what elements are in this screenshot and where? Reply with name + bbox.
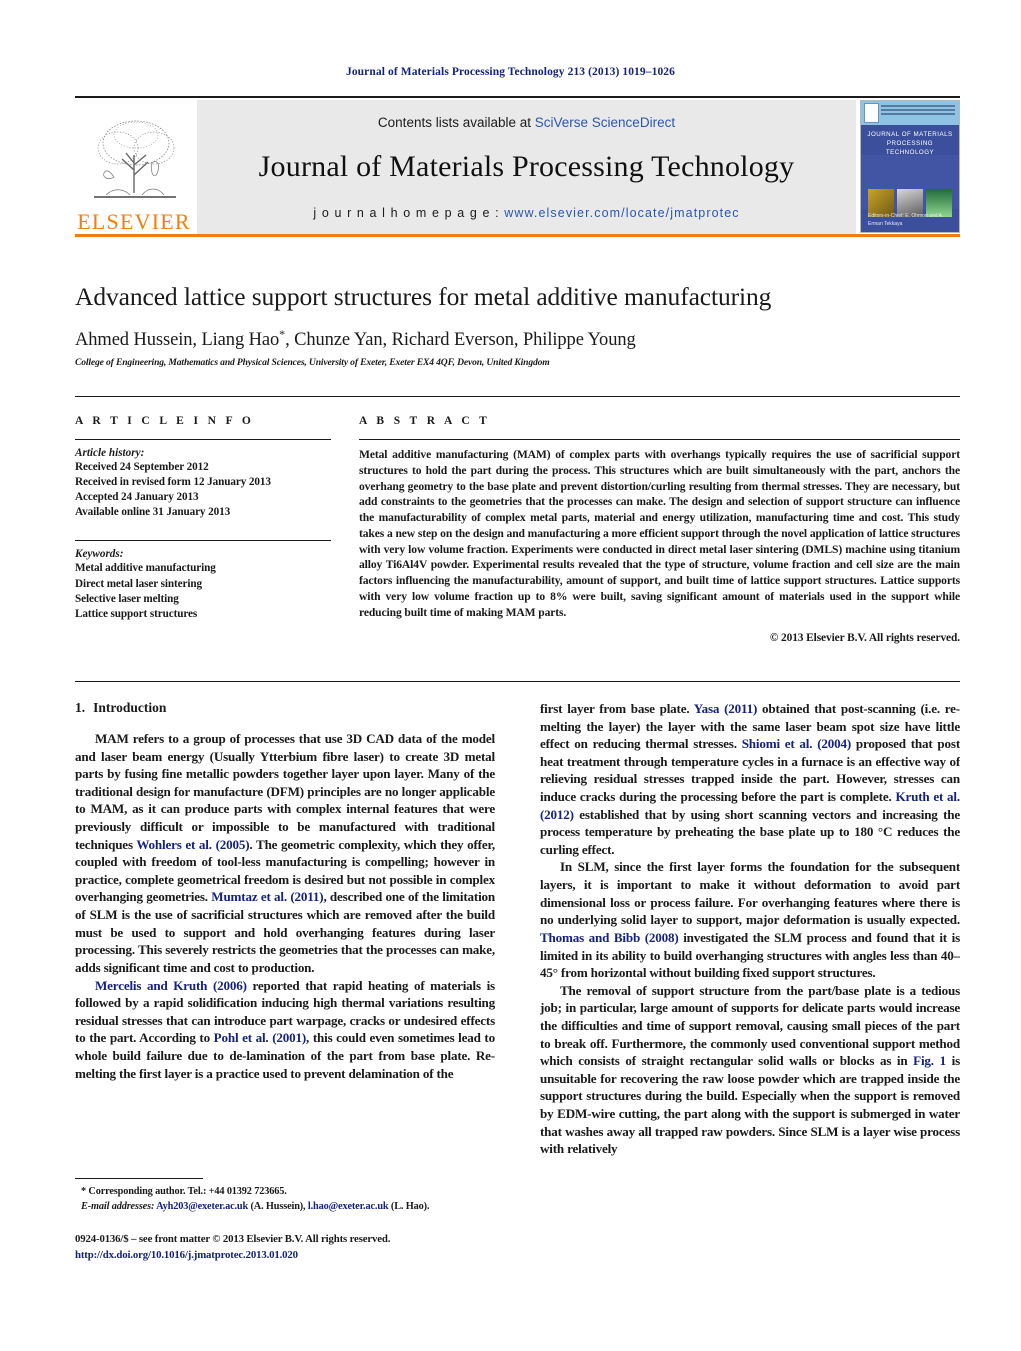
cover-header-text [881,105,955,117]
colophon: 0924-0136/$ – see front matter © 2013 El… [75,1232,575,1263]
paragraph: Mercelis and Kruth (2006) reported that … [75,977,495,1083]
page-title: Advanced lattice support structures for … [75,282,772,311]
paragraph-text: is unsuitable for recovering the raw loo… [540,1053,960,1157]
article-info-heading: A R T I C L E I N F O [75,415,255,427]
running-head: Journal of Materials Processing Technolo… [345,66,676,78]
paper-page: Journal of Materials Processing Technolo… [0,0,1021,1351]
masthead-orange-rule [75,234,960,237]
authors-primary: Ahmed Hussein, Liang Hao [75,330,280,351]
section-title: Introduction [93,700,167,715]
paragraph: The removal of support structure from th… [540,982,960,1158]
contents-prefix: Contents lists available at [377,115,535,130]
doi-link[interactable]: http://dx.doi.org/10.1016/j.jmatprotec.2… [75,1248,575,1264]
citation-link[interactable]: Pohl et al. (2001) [214,1030,307,1045]
info-abstract-block: A R T I C L E I N F O Article history: R… [75,396,960,682]
article-info-divider [75,439,331,440]
email-owner-2: (L. Hao). [388,1200,430,1212]
footnote-divider [75,1178,203,1179]
footnote-block: * Corresponding author. Tel.: +44 01392 … [75,1178,495,1215]
keyword-item: Direct metal laser sintering [75,577,202,590]
abstract-heading: A B S T R A C T [359,415,491,427]
citation-link[interactable]: Thomas and Bibb (2008) [540,930,679,945]
keyword-item: Lattice support structures [75,607,198,620]
corresponding-author-note: * Corresponding author. Tel.: +44 01392 … [81,1186,287,1197]
cover-editors-line: Editors-in-Chief: E. Ohmori and A. Erman… [868,213,944,227]
body-column-left: 1. Introduction MAM refers to a group of … [75,700,495,1200]
journal-homepage-line: j o u r n a l h o m e p a g e : www.else… [313,206,739,220]
affiliation: College of Engineering, Mathematics and … [75,357,550,368]
journal-title: Journal of Materials Processing Technolo… [258,150,795,183]
elsevier-tree-icon [94,120,176,198]
article-history-item: Accepted 24 January 2013 [75,491,199,504]
email-link-2[interactable]: l.hao@exeter.ac.uk [308,1201,389,1212]
citation-link[interactable]: Fig. 1 [913,1053,946,1068]
paragraph-text: MAM refers to a group of processes that … [75,731,495,852]
body-columns: 1. Introduction MAM refers to a group of … [75,700,960,1200]
cover-elsevier-mark [864,103,879,123]
section-number: 1. [75,700,86,715]
article-history-item: Available online 31 January 2013 [75,506,231,519]
author-list: Ahmed Hussein, Liang Hao*, Chunze Yan, R… [75,327,960,351]
paragraph: In SLM, since the first layer forms the … [540,858,960,981]
email-label: E-mail addresses: [81,1200,155,1212]
citation-link[interactable]: Mumtaz et al. (2011) [211,889,323,904]
article-info-column: A R T I C L E I N F O Article history: R… [75,397,345,681]
paragraph-text: first layer from base plate. [540,701,694,716]
keywords-label: Keywords: [75,548,124,561]
paragraph-text: The removal of support structure from th… [540,982,960,1069]
citation-link[interactable]: Mercelis and Kruth (2006) [95,978,247,993]
abstract-text: Metal additive manufacturing (MAM) of co… [359,448,960,619]
journal-cover: JOURNAL OF MATERIALS PROCESSING TECHNOLO… [860,100,960,235]
abstract-divider [359,439,960,440]
paragraph-text: In SLM, since the first layer forms the … [540,859,960,928]
section-heading-introduction: 1. Introduction [75,700,495,716]
paragraph-text: established that by using short scanning… [540,806,960,857]
email-addresses-note: E-mail addresses: Ayh203@exeter.ac.uk (A… [75,1200,495,1215]
citation-link[interactable]: Yasa (2011) [694,701,758,716]
keyword-item: Selective laser melting [75,592,179,605]
paragraph: first layer from base plate. Yasa (2011)… [540,700,960,858]
email-owner-1: (A. Hussein), [248,1200,308,1212]
article-history-item: Received in revised form 12 January 2013 [75,476,271,489]
journal-homepage-link[interactable]: www.elsevier.com/locate/jmatprotec [504,206,739,220]
article-history-item: Received 24 September 2012 [75,461,209,473]
authors-secondary: , Chunze Yan, Richard Everson, Philippe … [285,330,636,351]
journal-band: Contents lists available at SciVerse Sci… [197,100,856,235]
email-link-1[interactable]: Ayh203@exeter.ac.uk [156,1201,248,1212]
journal-cover-thumbnail: JOURNAL OF MATERIALS PROCESSING TECHNOLO… [860,100,960,233]
abstract-copyright: © 2013 Elsevier B.V. All rights reserved… [769,632,960,645]
elsevier-wordmark: ELSEVIER [77,209,191,234]
citation-link[interactable]: Wohlers et al. (2005) [136,837,249,852]
body-column-right: first layer from base plate. Yasa (2011)… [540,700,960,1200]
homepage-prefix: j o u r n a l h o m e p a g e : [313,206,505,220]
abstract-column: A B S T R A C T Metal additive manufactu… [345,397,960,681]
contents-available-line: Contents lists available at SciVerse Sci… [378,115,675,130]
citation-link[interactable]: Shiomi et al. (2004) [742,736,852,751]
elsevier-logo: ELSEVIER [75,100,193,235]
issn-front-matter: 0924-0136/$ – see front matter © 2013 El… [75,1233,391,1245]
cover-journal-title: JOURNAL OF MATERIALS PROCESSING TECHNOLO… [867,131,953,156]
paragraph: MAM refers to a group of processes that … [75,730,495,977]
keywords-divider [75,540,331,542]
journal-masthead: ELSEVIER Contents lists available at Sci… [75,96,960,235]
sciencedirect-link[interactable]: SciVerse ScienceDirect [535,115,675,130]
keyword-item: Metal additive manufacturing [75,562,216,575]
article-history-label: Article history: [75,447,145,459]
